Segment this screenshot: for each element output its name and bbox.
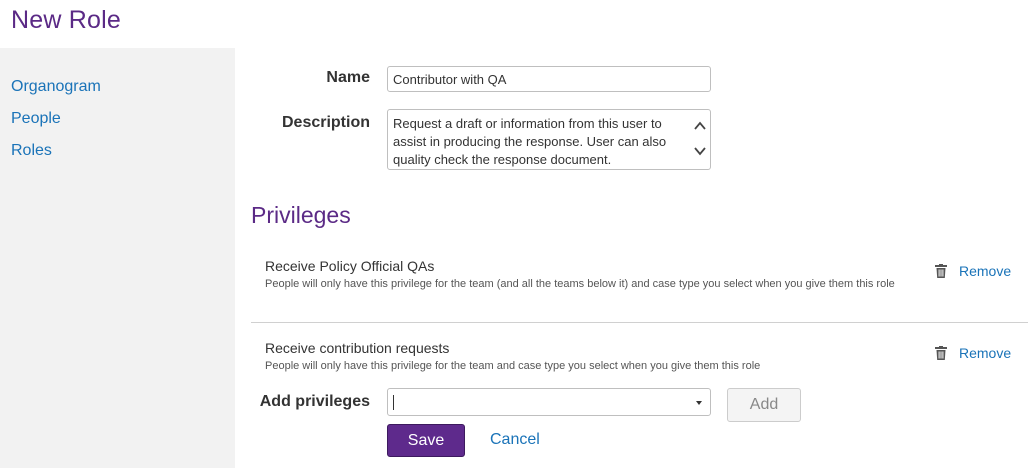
add-privileges-label: Add privileges (259, 393, 370, 410)
description-label: Description (281, 114, 370, 131)
cancel-link[interactable]: Cancel (490, 431, 540, 449)
privilege-name: Receive contribution requests (265, 340, 450, 356)
add-privileges-select[interactable] (387, 388, 711, 416)
trash-icon (935, 264, 947, 278)
save-button[interactable]: Save (387, 424, 465, 457)
text-cursor (393, 395, 394, 410)
name-label: Name (326, 69, 370, 86)
chevron-down-icon (696, 401, 702, 405)
remove-label: Remove (959, 345, 1012, 361)
sidebar-item-people[interactable]: People (11, 109, 61, 129)
chevron-down-icon[interactable] (693, 144, 707, 158)
add-privilege-button[interactable]: Add (727, 388, 801, 422)
privilege-description: People will only have this privilege for… (265, 360, 761, 372)
privilege-name: Receive Policy Official QAs (265, 258, 435, 274)
trash-icon (935, 346, 947, 360)
privilege-description: People will only have this privilege for… (265, 278, 895, 290)
remove-privilege-button[interactable]: Remove (935, 345, 1011, 361)
remove-privilege-button[interactable]: Remove (935, 263, 1011, 279)
page-title: New Role (11, 6, 121, 34)
name-field[interactable] (387, 66, 711, 92)
privileges-title: Privileges (251, 202, 351, 228)
description-field[interactable]: Request a draft or information from this… (387, 109, 711, 170)
chevron-up-icon[interactable] (693, 119, 707, 133)
description-text: Request a draft or information from this… (393, 116, 667, 167)
sidebar-nav: Organogram People Roles (0, 48, 235, 468)
main-content: Name Description Request a draft or info… (235, 48, 1028, 468)
sidebar-item-organogram[interactable]: Organogram (11, 77, 101, 97)
divider (251, 322, 1028, 323)
remove-label: Remove (959, 263, 1012, 279)
sidebar-item-roles[interactable]: Roles (11, 141, 52, 161)
